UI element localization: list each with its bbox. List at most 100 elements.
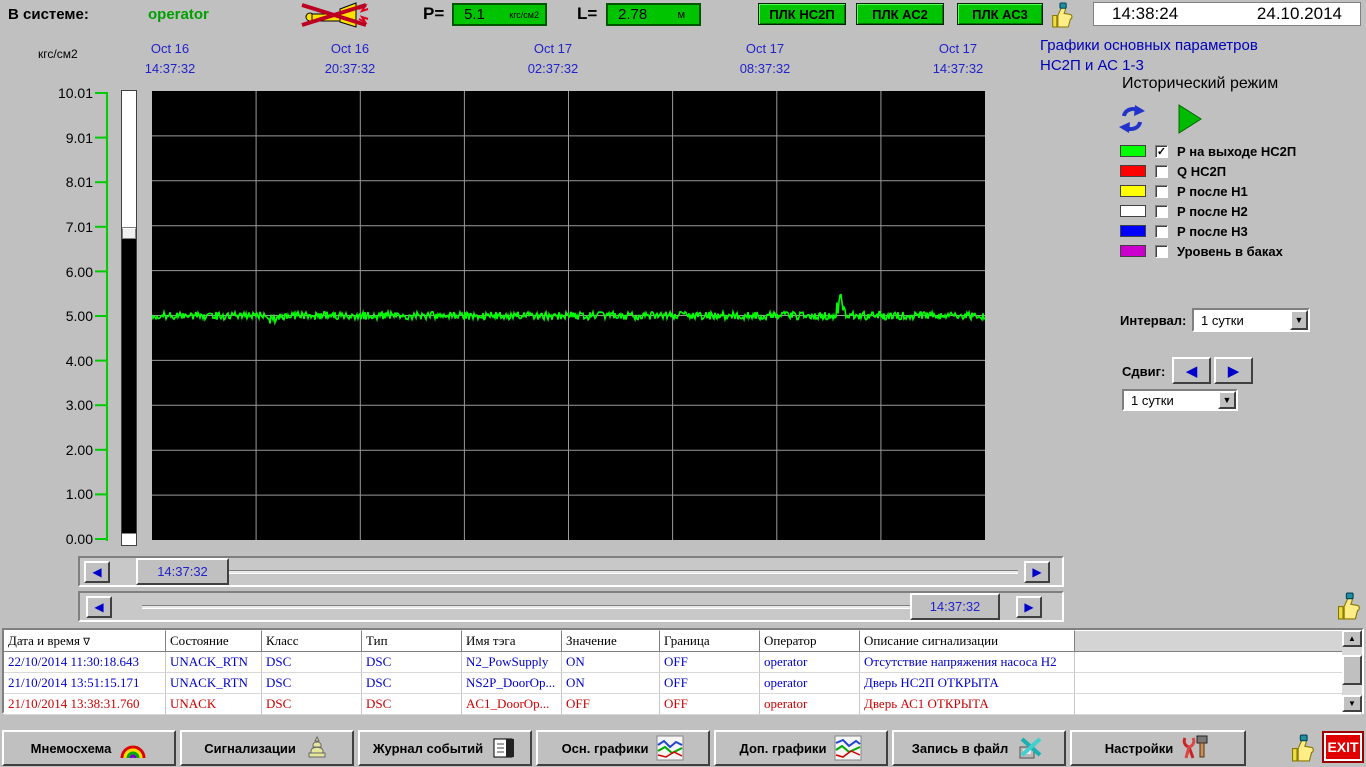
extra-trends-button[interactable]: Доп. графики — [714, 730, 888, 766]
y-tick-4: 6.00 — [38, 264, 93, 280]
legend-checkbox[interactable] — [1155, 185, 1168, 198]
scrollbar-thumb-time[interactable]: 14:37:32 — [910, 593, 1000, 620]
table-scrollbar-thumb[interactable] — [1342, 655, 1362, 685]
shift-right-button[interactable]: ▶ — [1214, 357, 1253, 384]
legend-label: Р на выходе НС2П — [1177, 144, 1296, 159]
col-header-operator[interactable]: Оператор — [760, 630, 860, 652]
scroll-up-icon[interactable]: ▲ — [1342, 630, 1362, 647]
thumb-time-label: 14:37:32 — [157, 564, 208, 579]
scroll-right-icon[interactable]: ▶ — [1016, 596, 1042, 618]
scroll-left-icon[interactable]: ◀ — [86, 596, 112, 618]
cell-datetime: 22/10/2014 11:30:18.643 — [4, 652, 166, 673]
cell-value: OFF — [562, 694, 660, 715]
plc-as2-button[interactable]: ПЛК АС2 — [856, 3, 944, 25]
button-label: Запись в файл — [912, 741, 1009, 756]
legend-label: Р после Н1 — [1177, 184, 1248, 199]
cell-limit: OFF — [660, 673, 760, 694]
main-trends-button[interactable]: Осн. графики — [536, 730, 710, 766]
x-axis-label-4: Oct 17 14:37:32 — [893, 39, 1023, 79]
alarm-table: Дата и время ∇ Состояние Класс Тип Имя т… — [2, 628, 1364, 714]
chevron-down-icon[interactable]: ▼ — [1290, 310, 1308, 330]
alarm-muted-horn-icon[interactable] — [300, 1, 378, 28]
y-axis-unit: кгс/см2 — [38, 47, 78, 61]
note-thumb-icon[interactable] — [1288, 734, 1315, 762]
cell-empty — [1075, 694, 1362, 715]
legend-checkbox[interactable] — [1155, 205, 1168, 218]
col-header-datetime[interactable]: Дата и время ∇ — [4, 630, 166, 652]
refresh-icon[interactable] — [1117, 103, 1147, 135]
alarm-table-header: Дата и время ∇ Состояние Класс Тип Имя т… — [4, 630, 1362, 652]
y-tick-8: 2.00 — [38, 442, 93, 458]
scroll-left-icon[interactable]: ◀ — [84, 561, 110, 583]
cell-description: Отсутствие напряжения насоса Н2 — [860, 652, 1075, 673]
trend-plot[interactable] — [152, 91, 985, 540]
system-label: В системе: — [8, 6, 89, 23]
scroll-right-icon[interactable]: ▶ — [1024, 561, 1050, 583]
y-slider-lower-cap[interactable] — [122, 533, 136, 545]
x-label-date: Oct 17 — [893, 39, 1023, 59]
y-tick-1: 9.01 — [38, 130, 93, 146]
time-scrollbar-bottom[interactable]: ◀ 14:37:32 ▶ — [78, 591, 1064, 622]
col-header-tag[interactable]: Имя тэга — [462, 630, 562, 652]
cell-type: DSC — [362, 694, 462, 715]
table-scrollbar[interactable]: ▲ ▼ — [1342, 630, 1362, 712]
col-header-limit[interactable]: Граница — [660, 630, 760, 652]
scroll-down-icon[interactable]: ▼ — [1342, 695, 1362, 712]
note-thumb-icon[interactable] — [1334, 592, 1361, 620]
l-value-box: 2.78 м — [606, 3, 701, 26]
note-thumb-icon[interactable] — [1048, 2, 1074, 28]
alarm-row[interactable]: 22/10/2014 11:30:18.643 UNACK_RTN DSC DS… — [4, 652, 1362, 673]
scrollbar-groove[interactable] — [136, 570, 1018, 574]
alarms-button[interactable]: Сигнализации — [180, 730, 354, 766]
y-slider-thumb[interactable] — [122, 228, 136, 239]
legend-item-1: Q НС2П — [1120, 163, 1226, 179]
scrollbar-thumb-time[interactable]: 14:37:32 — [136, 558, 229, 585]
plc-as3-button[interactable]: ПЛК АС3 — [957, 3, 1043, 25]
cell-datetime: 21/10/2014 13:38:31.760 — [4, 694, 166, 715]
y-range-slider[interactable] — [121, 90, 137, 546]
y-tick-5: 5.00 — [38, 308, 93, 324]
cell-tag: AC1_DoorOp... — [462, 694, 562, 715]
time-scrollbar-top[interactable]: ◀ 14:37:32 ▶ — [78, 556, 1064, 587]
col-header-description[interactable]: Описание сигнализации — [860, 630, 1075, 652]
legend-checkbox[interactable] — [1155, 165, 1168, 178]
p-value-box: 5.1 кгс/см2 — [452, 3, 547, 26]
l-value: 2.78 — [608, 6, 647, 23]
cell-empty — [1075, 673, 1362, 694]
play-icon[interactable] — [1177, 103, 1203, 135]
col-header-class[interactable]: Класс — [262, 630, 362, 652]
event-log-button[interactable]: Журнал событий — [358, 730, 532, 766]
p-value: 5.1 — [454, 6, 485, 23]
y-tick-10: 0.00 — [38, 531, 93, 547]
legend-checkbox[interactable] — [1155, 245, 1168, 258]
mnemoscheme-button[interactable]: Мнемосхема — [2, 730, 176, 766]
settings-button[interactable]: Настройки — [1070, 730, 1246, 766]
panel-title-line2: НС2П и АС 1-3 — [1040, 56, 1258, 76]
col-header-state[interactable]: Состояние — [166, 630, 262, 652]
chevron-down-icon[interactable]: ▼ — [1218, 391, 1236, 409]
alarm-row[interactable]: 21/10/2014 13:38:31.760 UNACK DSC DSC AC… — [4, 694, 1362, 715]
button-label: Настройки — [1105, 741, 1174, 756]
cell-class: DSC — [262, 694, 362, 715]
shift-left-button[interactable]: ◀ — [1172, 357, 1211, 384]
scrollbar-groove[interactable] — [142, 605, 910, 609]
write-to-file-button[interactable]: Запись в файл — [892, 730, 1066, 766]
rainbow-icon — [119, 736, 147, 760]
cell-operator: operator — [760, 652, 860, 673]
y-slider-upper-track[interactable] — [122, 91, 136, 228]
plc-ns2p-button[interactable]: ПЛК НС2П — [758, 3, 846, 25]
interval-select[interactable]: 1 сутки ▼ — [1192, 308, 1310, 332]
button-label: Сигнализации — [204, 741, 296, 756]
legend-checkbox[interactable] — [1155, 225, 1168, 238]
x-axis-label-0: Oct 16 14:37:32 — [105, 39, 235, 79]
cell-datetime: 21/10/2014 13:51:15.171 — [4, 673, 166, 694]
cell-state: UNACK — [166, 694, 262, 715]
shift-interval-select[interactable]: 1 сутки ▼ — [1122, 389, 1238, 411]
col-header-type[interactable]: Тип — [362, 630, 462, 652]
exit-button[interactable]: EXIT — [1322, 731, 1364, 763]
legend-checkbox[interactable]: ✓ — [1155, 145, 1168, 158]
col-header-value[interactable]: Значение — [562, 630, 660, 652]
x-axis-label-1: Oct 16 20:37:32 — [285, 39, 415, 79]
alarm-row[interactable]: 21/10/2014 13:51:15.171 UNACK_RTN DSC DS… — [4, 673, 1362, 694]
legend-item-2: Р после Н1 — [1120, 183, 1248, 199]
